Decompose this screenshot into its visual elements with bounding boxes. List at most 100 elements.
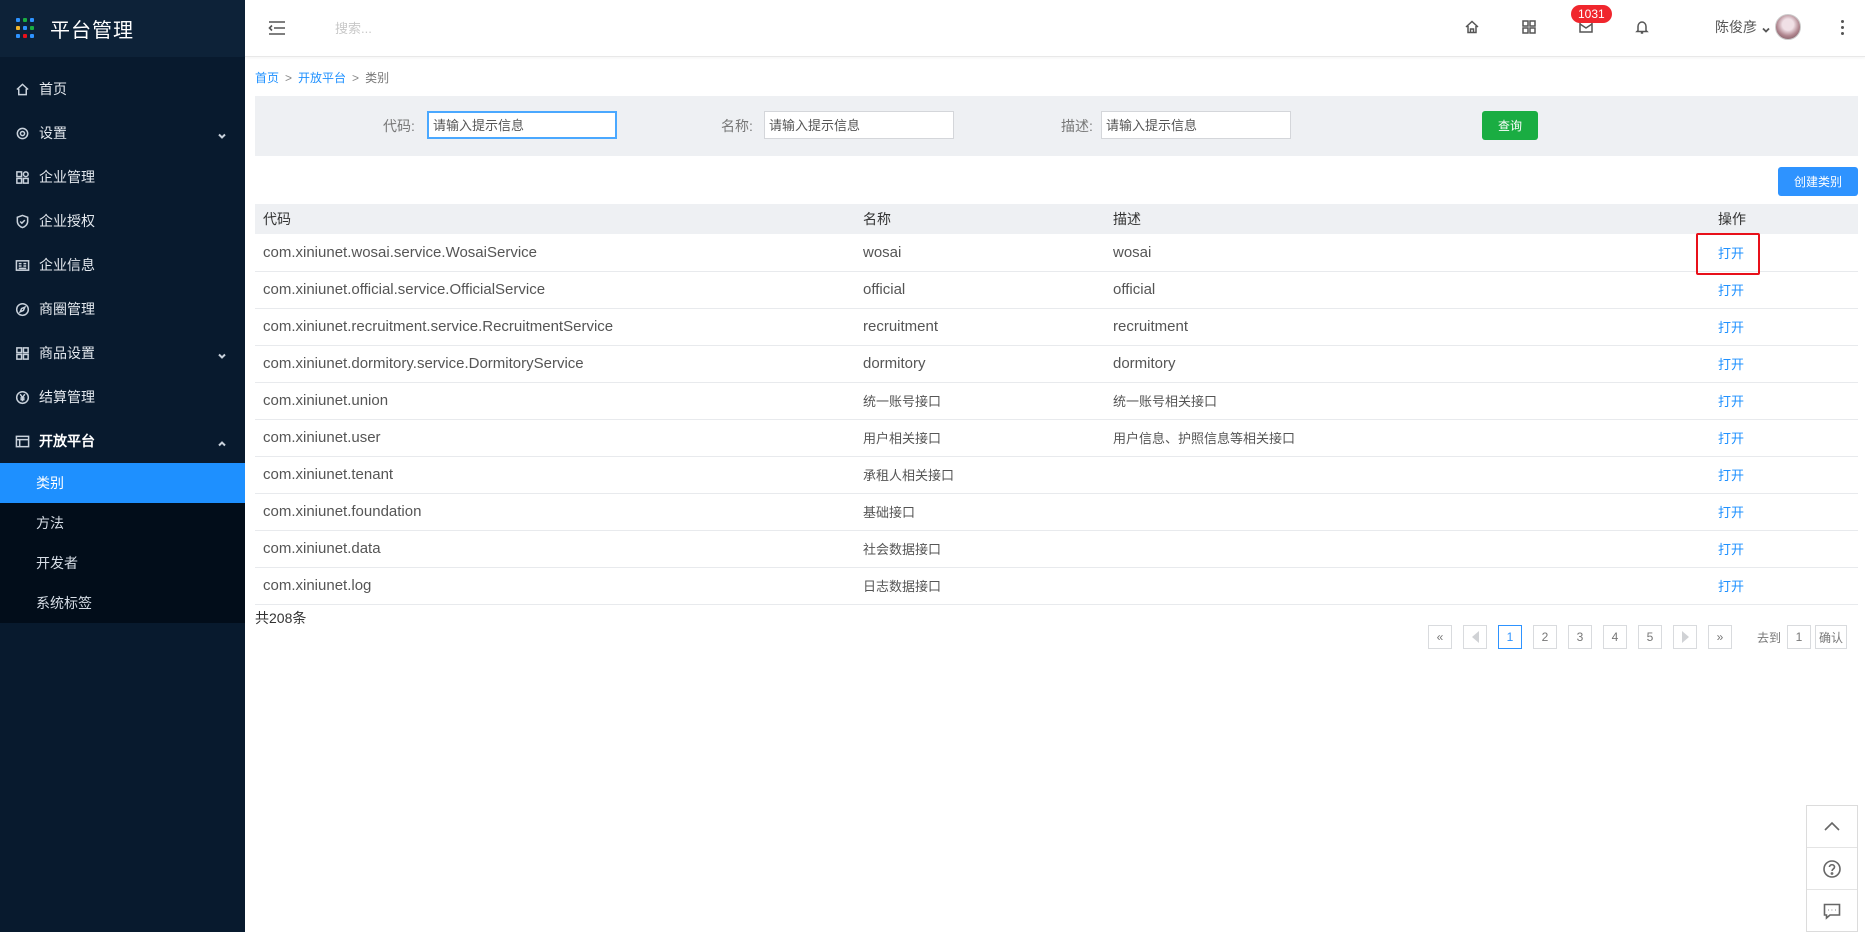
compass-icon [14,301,30,317]
breadcrumb-current: 类别 [365,71,390,85]
cell-action: 打开 [1710,271,1858,309]
sidebar: 平台管理 首页 设置 企业管理 企业授权 企业信息 商圈管理 商品设置 结算管理… [0,0,245,932]
prev-page-button[interactable] [1463,625,1487,649]
sidebar-item-settlement[interactable]: 结算管理 [0,375,245,419]
next-page-button[interactable] [1673,625,1697,649]
shield-icon [14,213,30,229]
goto-label: 去到 [1757,630,1782,645]
goto-page: 去到 1 确认 [1757,625,1848,649]
open-link[interactable]: 打开 [1718,579,1744,594]
chevron-down-icon [217,348,227,359]
breadcrumb-home[interactable]: 首页 [255,71,279,85]
sidebar-item-label: 企业授权 [39,213,95,229]
query-button[interactable]: 查询 [1482,111,1538,140]
floating-toolbar [1806,805,1858,932]
back-to-top-icon[interactable] [1807,806,1857,848]
category-table: 代码 名称 描述 操作 com.xiniunet.wosai.service.W… [255,204,1858,605]
menu-toggle-icon[interactable] [267,18,287,38]
cell-code: com.xiniunet.data [255,530,855,568]
app-title: 平台管理 [50,20,134,42]
page-button-4[interactable]: 4 [1603,625,1627,649]
sidebar-item-enterprise-management[interactable]: 企业管理 [0,155,245,199]
open-link[interactable]: 打开 [1718,320,1744,335]
cell-code: com.xiniunet.dormitory.service.Dormitory… [255,345,855,383]
open-link[interactable]: 打开 [1718,431,1744,446]
cell-action: 打开 [1710,530,1858,568]
total-count: 共208条 [255,610,307,626]
code-filter-input[interactable] [427,111,617,139]
open-link[interactable]: 打开 [1718,468,1744,483]
sidebar-subitem-system-tags[interactable]: 系统标签 [0,583,245,623]
user-menu[interactable]: 陈俊彦 [1715,14,1801,40]
sidebar-item-label: 设置 [39,125,67,141]
cell-desc: official [1105,271,1710,309]
column-header-code: 代码 [255,204,855,234]
goto-page-input[interactable]: 1 [1787,625,1812,649]
apps-grid-icon[interactable] [1518,16,1540,38]
cell-code: com.xiniunet.user [255,419,855,457]
sidebar-item-open-platform[interactable]: 开放平台 [0,419,245,463]
sidebar-subitem-method[interactable]: 方法 [0,503,245,543]
sidebar-item-business-district[interactable]: 商圈管理 [0,287,245,331]
sidebar-menu: 首页 设置 企业管理 企业授权 企业信息 商圈管理 商品设置 结算管理 开放平台 [0,67,245,463]
column-header-desc: 描述 [1105,204,1710,234]
sidebar-subitem-category[interactable]: 类别 [0,463,245,503]
open-link[interactable]: 打开 [1718,394,1744,409]
table-row: com.xiniunet.log 日志数据接口 打开 [255,567,1858,605]
open-link[interactable]: 打开 [1718,283,1744,298]
cell-desc: wosai [1105,234,1710,272]
home-icon [14,81,30,97]
cell-desc [1105,530,1710,568]
cell-name: wosai [855,234,1105,272]
top-header: 1031 陈俊彦 [245,0,1865,57]
cell-desc [1105,493,1710,531]
cell-desc: 用户信息、护照信息等相关接口 [1105,419,1710,457]
code-filter-label: 代码: [383,118,415,134]
breadcrumb-open-platform[interactable]: 开放平台 [298,71,346,85]
help-icon[interactable] [1807,848,1857,890]
cell-name: 社会数据接口 [855,530,1105,568]
sidebar-item-product-settings[interactable]: 商品设置 [0,331,245,375]
search-input[interactable] [335,16,575,40]
sidebar-item-enterprise-info[interactable]: 企业信息 [0,243,245,287]
table-header-row: 代码 名称 描述 操作 [255,204,1858,234]
chevron-up-icon [217,436,227,447]
notification-count-badge: 1031 [1571,5,1612,23]
name-filter-input[interactable] [764,111,954,139]
home-icon[interactable] [1461,16,1483,38]
cell-desc [1105,456,1710,494]
page-button-1[interactable]: 1 [1498,625,1522,649]
open-link[interactable]: 打开 [1718,505,1744,520]
chat-icon[interactable] [1807,890,1857,932]
desc-filter-input[interactable] [1101,111,1291,139]
prev-arrow-icon [1471,631,1479,643]
more-vertical-icon[interactable] [1832,16,1852,38]
column-header-name: 名称 [855,204,1105,234]
sidebar-item-label: 企业信息 [39,257,95,273]
page-button-3[interactable]: 3 [1568,625,1592,649]
bell-icon[interactable] [1631,16,1653,38]
cell-name: official [855,271,1105,309]
page-button-5[interactable]: 5 [1638,625,1662,649]
cell-action: 打开 [1710,234,1858,272]
app-grid-logo-icon [16,17,38,40]
sidebar-subitem-developer[interactable]: 开发者 [0,543,245,583]
sidebar-item-enterprise-authorization[interactable]: 企业授权 [0,199,245,243]
goto-confirm-button[interactable]: 确认 [1815,625,1848,649]
create-category-button[interactable]: 创建类别 [1778,167,1858,196]
first-page-button[interactable]: « [1428,625,1452,649]
cell-action: 打开 [1710,493,1858,531]
open-link[interactable]: 打开 [1718,246,1744,261]
breadcrumb-separator: > [352,71,360,85]
open-link[interactable]: 打开 [1718,542,1744,557]
cell-desc [1105,567,1710,605]
cell-name: recruitment [855,308,1105,346]
cell-name: dormitory [855,345,1105,383]
sidebar-item-home[interactable]: 首页 [0,67,245,111]
main-content: 首页 > 开放平台 > 类别 代码: 名称: 描述: 查询 创建类别 代码 名称 描述 … [245,57,1865,932]
cell-name: 基础接口 [855,493,1105,531]
last-page-button[interactable]: » [1708,625,1732,649]
page-button-2[interactable]: 2 [1533,625,1557,649]
open-link[interactable]: 打开 [1718,357,1744,372]
sidebar-item-settings[interactable]: 设置 [0,111,245,155]
